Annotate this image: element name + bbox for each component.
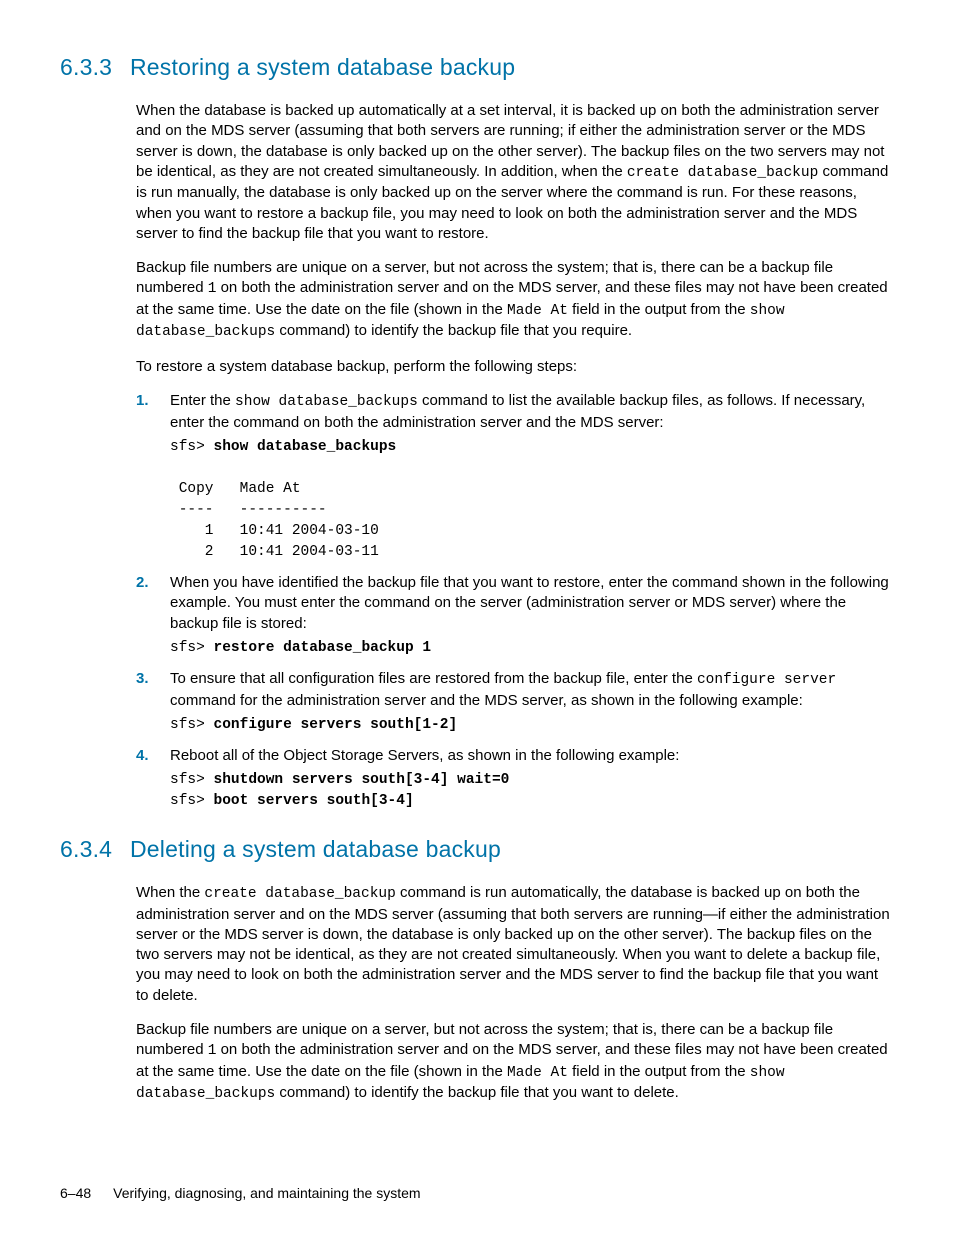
text-run: Enter the — [170, 392, 235, 409]
step-marker: 4. — [136, 746, 149, 766]
paragraph: Backup file numbers are unique on a serv… — [136, 258, 890, 343]
inline-code: create database_backup — [627, 165, 818, 181]
paragraph: To restore a system database backup, per… — [136, 357, 890, 377]
paragraph: Backup file numbers are unique on a serv… — [136, 1020, 890, 1105]
text-run: field in the output from the — [568, 1063, 750, 1080]
text-run: command) to identify the backup file tha… — [275, 1084, 679, 1101]
command: configure servers south[1-2] — [214, 717, 458, 733]
inline-code: show database_backups — [235, 394, 418, 410]
step-marker: 3. — [136, 669, 149, 689]
section-title: Deleting a system database backup — [130, 836, 501, 862]
command: restore database_backup 1 — [214, 640, 432, 656]
section-heading-634: 6.3.4Deleting a system database backup — [60, 834, 894, 865]
footer-title: Verifying, diagnosing, and maintaining t… — [113, 1185, 420, 1201]
text-run: field in the output from the — [568, 301, 750, 318]
paragraph: When the database is backed up automatic… — [136, 101, 890, 244]
inline-code: Made At — [507, 1065, 568, 1081]
step-item: 3. To ensure that all configuration file… — [136, 669, 890, 736]
prompt: sfs> — [170, 772, 214, 788]
document-page: 6.3.3Restoring a system database backup … — [0, 0, 954, 1235]
command-output: Copy Made At ---- ---------- 1 10:41 200… — [170, 481, 379, 560]
step-item: 4. Reboot all of the Object Storage Serv… — [136, 746, 890, 812]
page-number: 6–48 — [60, 1185, 91, 1201]
section-title: Restoring a system database backup — [130, 54, 515, 80]
code-block: sfs> restore database_backup 1 — [170, 638, 890, 659]
paragraph: When the create database_backup command … — [136, 883, 890, 1006]
inline-code: Made At — [507, 303, 568, 319]
code-block: sfs> show database_backups Copy Made At … — [170, 437, 890, 563]
inline-code: create database_backup — [204, 886, 395, 902]
step-item: 2. When you have identified the backup f… — [136, 573, 890, 659]
section-number: 6.3.4 — [60, 834, 130, 865]
text-run: When you have identified the backup file… — [170, 574, 889, 632]
section-body-633: When the database is backed up automatic… — [136, 101, 890, 812]
command: shutdown servers south[3-4] wait=0 — [214, 772, 510, 788]
inline-code: configure server — [697, 672, 836, 688]
step-marker: 1. — [136, 391, 149, 411]
page-footer: 6–48 Verifying, diagnosing, and maintaini… — [60, 1184, 421, 1203]
text-run: command for the administration server an… — [170, 692, 803, 709]
code-block: sfs> shutdown servers south[3-4] wait=0 … — [170, 770, 890, 812]
prompt: sfs> — [170, 439, 214, 455]
step-item: 1. Enter the show database_backups comma… — [136, 391, 890, 563]
prompt: sfs> — [170, 640, 214, 656]
section-body-634: When the create database_backup command … — [136, 883, 890, 1105]
text-run: command) to identify the backup file tha… — [275, 322, 632, 339]
code-block: sfs> configure servers south[1-2] — [170, 715, 890, 736]
prompt: sfs> — [170, 793, 214, 809]
text-run: When the — [136, 884, 204, 901]
command: show database_backups — [214, 439, 397, 455]
section-heading-633: 6.3.3Restoring a system database backup — [60, 52, 894, 83]
prompt: sfs> — [170, 717, 214, 733]
step-marker: 2. — [136, 573, 149, 593]
text-run: To ensure that all configuration files a… — [170, 670, 697, 687]
section-number: 6.3.3 — [60, 52, 130, 83]
command: boot servers south[3-4] — [214, 793, 414, 809]
steps-list: 1. Enter the show database_backups comma… — [136, 391, 890, 812]
text-run: Reboot all of the Object Storage Servers… — [170, 747, 679, 764]
